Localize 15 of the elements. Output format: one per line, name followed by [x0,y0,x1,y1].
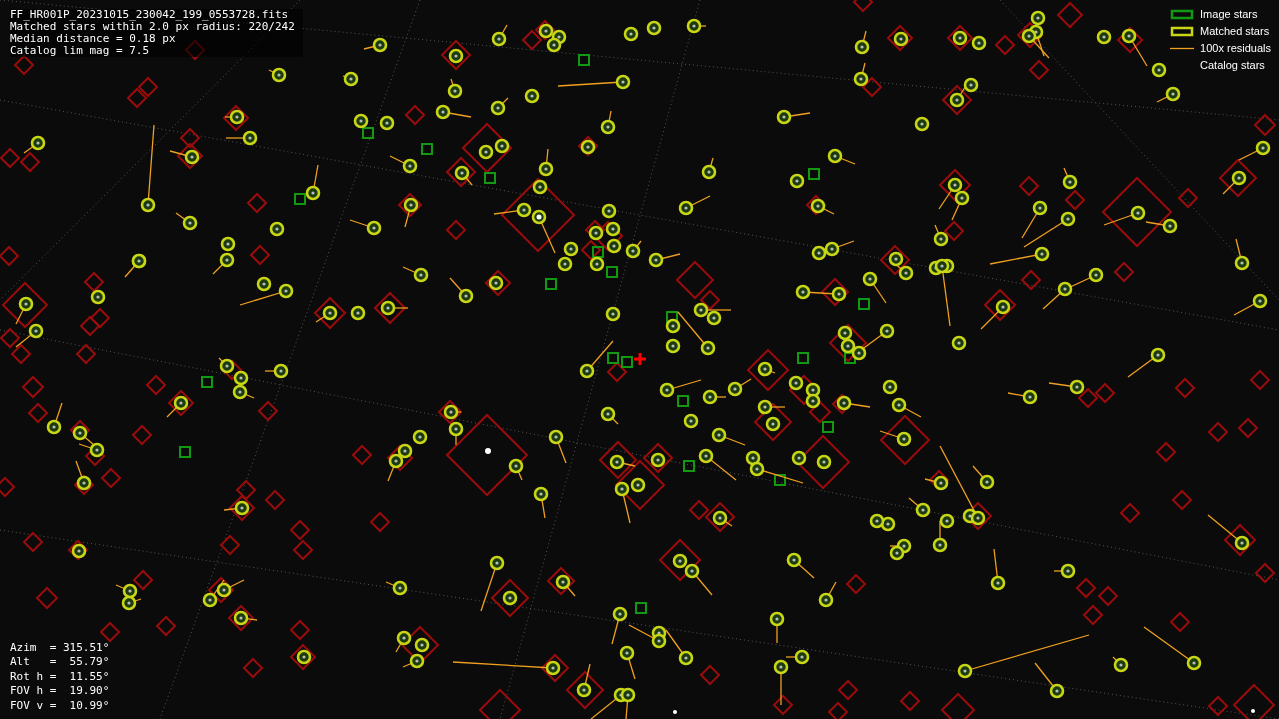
legend-label: Catalog stars [1200,58,1265,72]
pointing-line: FOV h = 19.90° [10,684,110,699]
legend-label: Matched stars [1200,24,1270,38]
pointing-line: Alt = 55.79° [10,655,110,670]
info-line: Catalog lim mag = 7.5 [10,45,151,57]
info-line: Median distance = 0.18 px [10,33,177,45]
legend-swatch-icon [1169,25,1196,37]
legend-label: 100x residuals [1200,41,1271,55]
pointing-line: FOV v = 10.99° [10,698,110,713]
legend-swatch-icon [1169,8,1196,20]
pointing-line: Azim = 315.51° [10,640,110,655]
info-line: FF_HR001P_20231015_230042_199_0553728.fits [10,9,290,21]
legend-label: Image stars [1200,7,1258,21]
info-line: Matched stars within 2.0 px radius: 220/242 [10,21,295,33]
pointing-line: Rot h = 11.55° [10,669,110,684]
